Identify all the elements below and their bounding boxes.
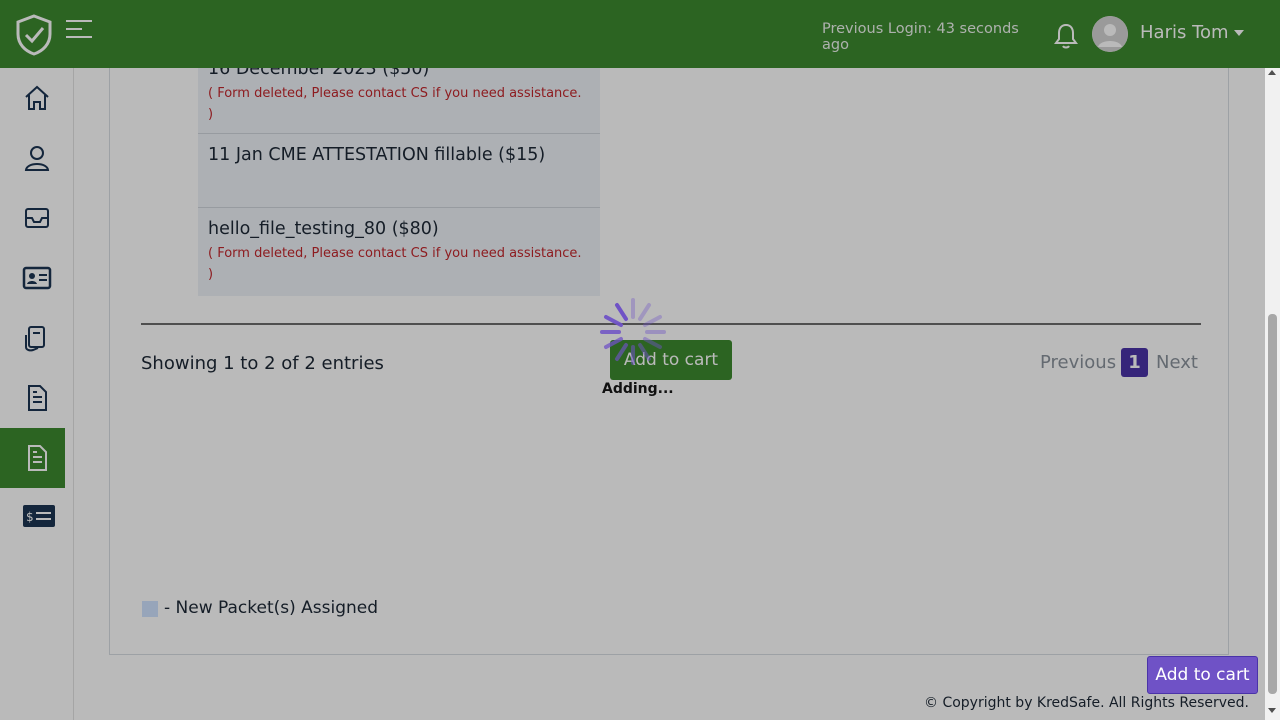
floating-add-to-cart-button[interactable]: Add to cart — [1147, 656, 1258, 694]
scrollbar[interactable] — [1265, 68, 1280, 720]
scrollbar-thumb[interactable] — [1268, 314, 1277, 694]
loading-spinner-icon — [600, 298, 666, 365]
scroll-up-icon[interactable] — [1268, 70, 1276, 75]
adding-status-text: Adding... — [602, 381, 674, 397]
scroll-down-icon[interactable] — [1268, 708, 1276, 713]
